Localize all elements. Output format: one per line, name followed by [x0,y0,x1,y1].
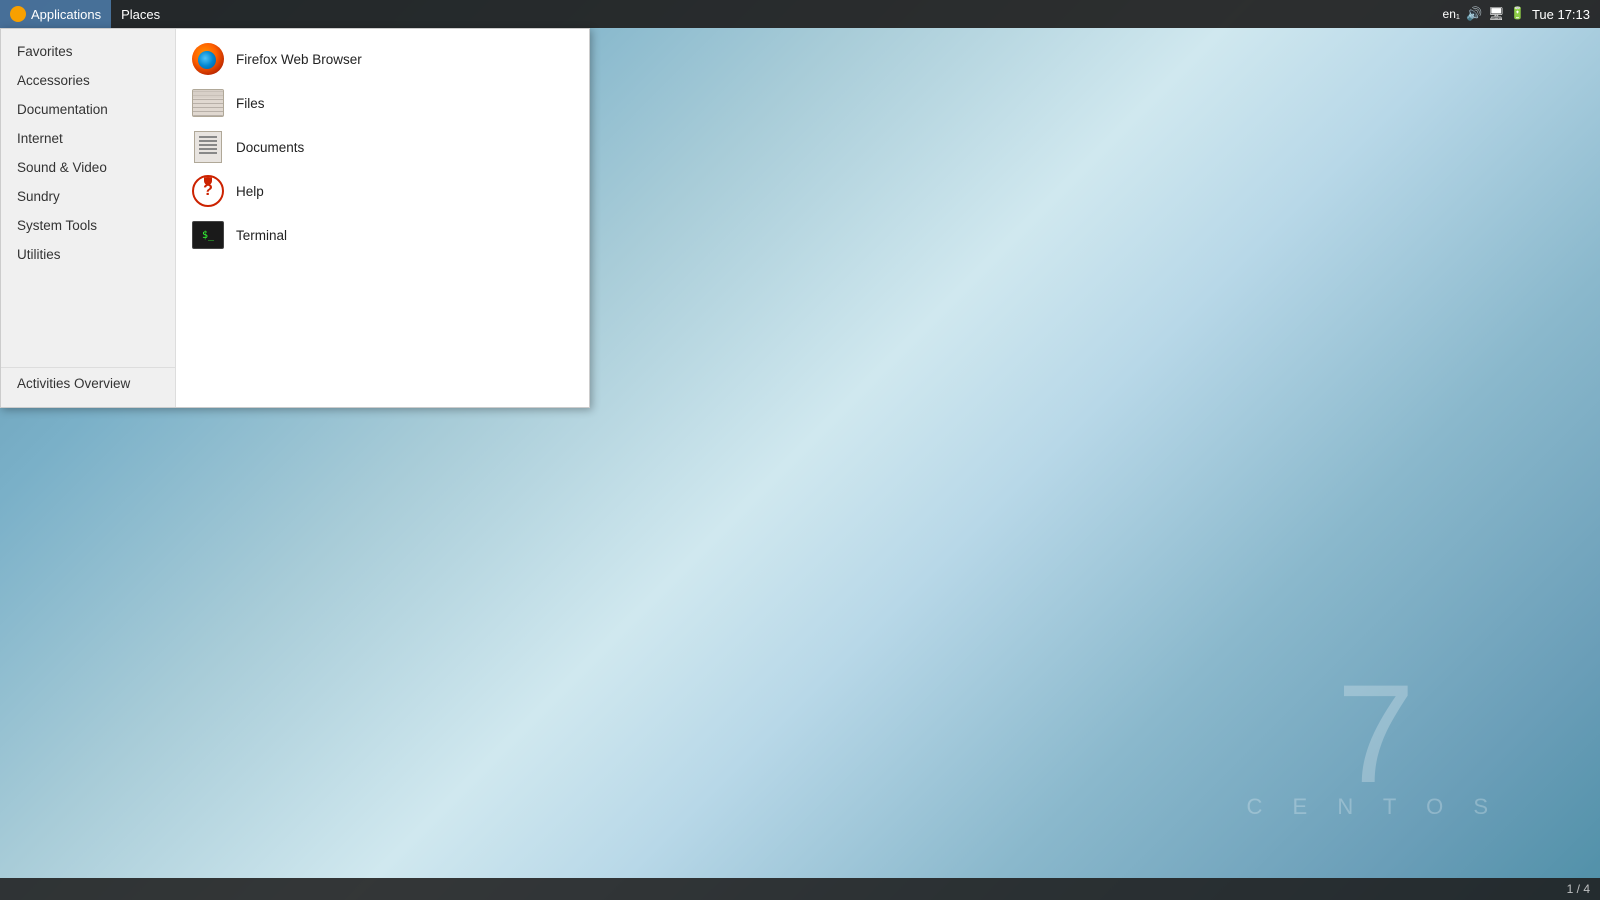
category-spacer [1,269,175,367]
centos-watermark: 7 C E N T O S [1247,664,1500,820]
applications-label: Applications [31,7,101,22]
status-bar: 1 / 4 [0,878,1600,900]
category-internet[interactable]: Internet [1,124,175,153]
help-icon [192,175,224,207]
app-help-label: Help [236,184,264,199]
battery-icon[interactable]: 🔋 [1510,6,1526,22]
files-icon [192,87,224,119]
network-icon[interactable]: 🖥 [1488,6,1504,22]
top-panel: Applications Places en₁ 🔊 🖥 🔋 Tue 17:13 [0,0,1600,28]
places-label: Places [121,7,160,22]
app-help[interactable]: Help [176,169,589,213]
category-sundry[interactable]: Sundry [1,182,175,211]
terminal-icon: $_ [192,219,224,251]
gnome-icon [10,6,26,22]
firefox-icon [192,43,224,75]
app-files-label: Files [236,96,265,111]
category-sound-video[interactable]: Sound & Video [1,153,175,182]
app-firefox-label: Firefox Web Browser [236,52,362,67]
places-menu-button[interactable]: Places [111,0,170,28]
panel-left: Applications Places [0,0,170,28]
app-files[interactable]: Files [176,81,589,125]
application-menu: Favorites Accessories Documentation Inte… [0,28,590,408]
volume-icon[interactable]: 🔊 [1466,6,1482,22]
panel-right: en₁ 🔊 🖥 🔋 Tue 17:13 [1443,6,1600,22]
app-terminal[interactable]: $_ Terminal [176,213,589,257]
app-documents[interactable]: Documents [176,125,589,169]
category-accessories[interactable]: Accessories [1,66,175,95]
page-indicator: 1 / 4 [1567,882,1590,896]
category-favorites[interactable]: Favorites [1,37,175,66]
app-firefox[interactable]: Firefox Web Browser [176,37,589,81]
categories-panel: Favorites Accessories Documentation Inte… [1,29,176,407]
documents-icon [192,131,224,163]
apps-panel: Firefox Web Browser Files Documents Help [176,29,589,407]
category-utilities[interactable]: Utilities [1,240,175,269]
app-documents-label: Documents [236,140,304,155]
app-terminal-label: Terminal [236,228,287,243]
category-system-tools[interactable]: System Tools [1,211,175,240]
applications-menu-button[interactable]: Applications [0,0,111,28]
activities-overview[interactable]: Activities Overview [1,367,175,399]
category-documentation[interactable]: Documentation [1,95,175,124]
clock[interactable]: Tue 17:13 [1532,7,1590,22]
language-indicator[interactable]: en₁ [1443,7,1460,21]
